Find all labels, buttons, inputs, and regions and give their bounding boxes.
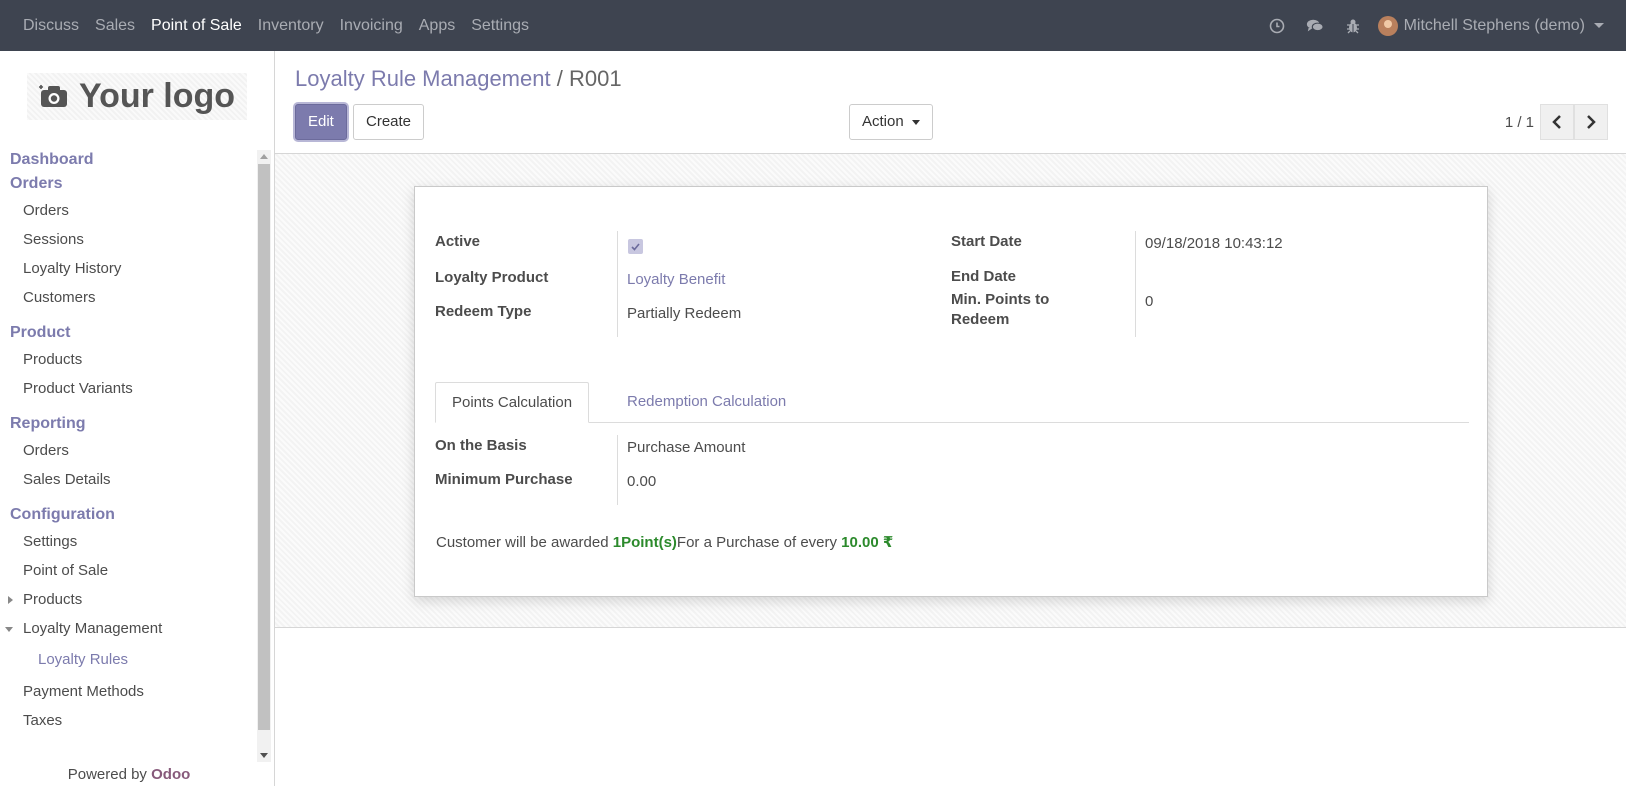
create-button[interactable]: Create [353, 104, 425, 140]
sidebar-item-sales-details[interactable]: Sales Details [0, 465, 258, 494]
tab-redemption-calculation[interactable]: Redemption Calculation [611, 382, 802, 423]
breadcrumb-separator: / [556, 66, 563, 91]
scroll-down-icon[interactable] [260, 753, 268, 758]
company-logo[interactable]: Your logo [26, 72, 248, 120]
powered-brand-link[interactable]: Odoo [151, 766, 190, 783]
breadcrumb: Loyalty Rule Management / R001 [295, 66, 622, 92]
sidebar-section-dashboard[interactable]: Dashboard [0, 148, 258, 172]
sidebar-item-customers[interactable]: Customers [0, 283, 258, 312]
edit-button[interactable]: Edit [295, 104, 347, 140]
check-icon [631, 242, 640, 251]
caret-down-icon [911, 119, 920, 125]
caret-down-icon [5, 627, 13, 632]
sidebar-menu: Dashboard Orders Orders Sessions Loyalty… [0, 148, 258, 760]
systray: Mitchell Stephens (demo) [1248, 0, 1604, 51]
sidebar-section-product[interactable]: Product [0, 321, 258, 345]
menu-invoicing[interactable]: Invoicing [332, 17, 411, 35]
sidebar-item-orders[interactable]: Orders [0, 196, 258, 225]
avatar [1377, 15, 1398, 36]
breadcrumb-current: R001 [568, 66, 622, 91]
sidebar-scrollbar[interactable] [257, 150, 271, 762]
action-label: Action [862, 113, 904, 130]
award-middle: For a Purchase of every [676, 534, 837, 551]
scroll-up-icon[interactable] [260, 154, 268, 159]
basis-value: Purchase Amount [627, 439, 746, 456]
menu-settings[interactable]: Settings [463, 17, 537, 35]
bug-icon[interactable] [1344, 17, 1362, 35]
sidebar-item-config-products[interactable]: Products [0, 585, 258, 614]
sidebar-item-product-variants[interactable]: Product Variants [0, 374, 258, 403]
sidebar-item-products[interactable]: Products [0, 345, 258, 374]
menu-discuss[interactable]: Discuss [15, 17, 87, 35]
pager-previous-button[interactable] [1540, 104, 1574, 140]
sidebar: Your logo Dashboard Orders Orders Sessio… [0, 51, 275, 786]
sidebar-item-point-of-sale[interactable]: Point of Sale [0, 556, 258, 585]
loyalty-product-link[interactable]: Loyalty Benefit [627, 271, 725, 288]
user-menu[interactable]: Mitchell Stephens (demo) [1377, 15, 1604, 36]
pager-next-button[interactable] [1574, 104, 1608, 140]
basis-label: On the Basis [435, 437, 527, 454]
sidebar-item-taxes[interactable]: Taxes [0, 706, 258, 735]
top-navbar: Discuss Sales Point of Sale Inventory In… [0, 0, 1626, 51]
tab-points-calculation[interactable]: Points Calculation [435, 382, 590, 423]
sidebar-section-configuration[interactable]: Configuration [0, 503, 258, 527]
sidebar-item-label: Loyalty Management [23, 620, 163, 637]
menu-sales[interactable]: Sales [87, 17, 143, 35]
pager-value[interactable]: 1 / 1 [1505, 114, 1534, 131]
clock-icon[interactable] [1268, 17, 1286, 35]
powered-prefix: Powered by [67, 766, 147, 783]
sidebar-section-reporting[interactable]: Reporting [0, 412, 258, 436]
min-points-label-line2: Redeem [951, 311, 1010, 328]
logo-area: Your logo [0, 51, 274, 141]
menu-apps[interactable]: Apps [411, 17, 463, 35]
sidebar-item-loyalty-management[interactable]: Loyalty Management [0, 614, 258, 643]
powered-by: Powered by Odoo [0, 766, 258, 783]
sidebar-item-loyalty-history[interactable]: Loyalty History [0, 254, 258, 283]
award-points: 1Point(s) [612, 534, 677, 551]
active-label: Active [435, 233, 481, 250]
control-panel: Loyalty Rule Management / R001 Edit Crea… [275, 51, 1626, 154]
sidebar-item-payment-methods[interactable]: Payment Methods [0, 677, 258, 706]
chevron-down-icon [1594, 23, 1604, 28]
award-summary: Customer will be awarded 1Point(s)For a … [436, 533, 893, 551]
min-points-label-line1: Min. Points to [951, 291, 1050, 308]
app-menu: Discuss Sales Point of Sale Inventory In… [0, 17, 537, 35]
min-purchase-value: 0.00 [627, 473, 657, 490]
breadcrumb-parent[interactable]: Loyalty Rule Management [295, 66, 551, 91]
redeem-type-label: Redeem Type [435, 303, 532, 320]
pager: 1 / 1 [1505, 104, 1608, 140]
loyalty-product-label: Loyalty Product [435, 269, 549, 286]
award-amount: 10.00 ₹ [841, 534, 894, 551]
action-dropdown[interactable]: Action [849, 104, 933, 140]
active-checkbox[interactable] [628, 239, 643, 254]
end-date-label: End Date [951, 268, 1017, 285]
sidebar-section-orders[interactable]: Orders [0, 172, 258, 196]
user-name: Mitchell Stephens (demo) [1403, 16, 1585, 34]
start-date-value: 09/18/2018 10:43:12 [1145, 235, 1283, 252]
min-points-label: Min. Points to Redeem [951, 291, 1049, 332]
sidebar-item-sessions[interactable]: Sessions [0, 225, 258, 254]
caret-right-icon [8, 596, 13, 604]
chevron-left-icon [1552, 115, 1561, 129]
chat-icon[interactable] [1306, 17, 1324, 35]
menu-point-of-sale[interactable]: Point of Sale [143, 17, 250, 35]
logo-text: Your logo [78, 76, 236, 115]
sidebar-item-reporting-orders[interactable]: Orders [0, 436, 258, 465]
sidebar-item-label: Products [23, 591, 83, 608]
menu-inventory[interactable]: Inventory [250, 17, 332, 35]
redeem-type-value: Partially Redeem [627, 305, 742, 322]
notebook-tabs: Points Calculation Redemption Calculatio… [435, 382, 1469, 423]
scrollbar-thumb[interactable] [258, 164, 270, 730]
form-sheet: Active Loyalty Product Loyalty Benefit R… [414, 186, 1488, 597]
min-points-value: 0 [1145, 293, 1154, 310]
start-date-label: Start Date [951, 233, 1022, 250]
form-view: Active Loyalty Product Loyalty Benefit R… [275, 154, 1626, 628]
camera-icon [38, 85, 67, 107]
chevron-right-icon [1587, 115, 1596, 129]
sidebar-item-settings[interactable]: Settings [0, 527, 258, 556]
min-purchase-label: Minimum Purchase [435, 471, 573, 488]
sidebar-item-loyalty-rules[interactable]: Loyalty Rules [0, 643, 258, 677]
award-prefix: Customer will be awarded [436, 534, 609, 551]
